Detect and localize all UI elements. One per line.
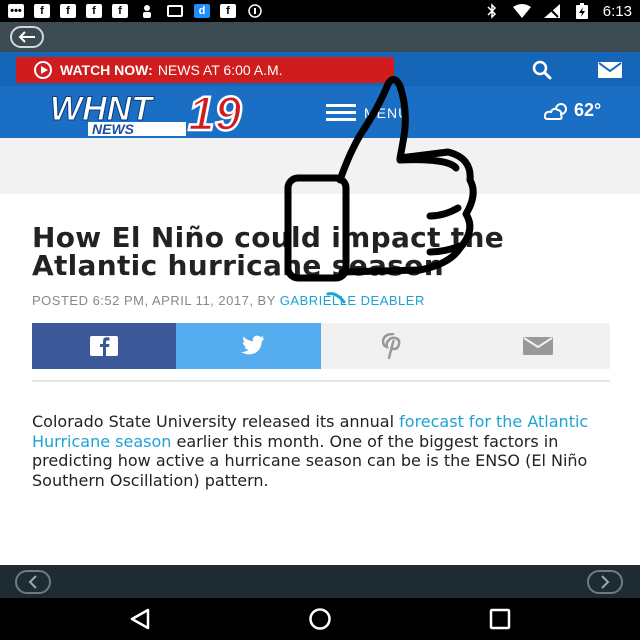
article-body: Colorado State University released its a…	[32, 412, 612, 490]
scribble-mark	[326, 292, 346, 304]
back-triangle-icon[interactable]	[128, 608, 152, 630]
chevron-right-icon	[601, 575, 610, 589]
share-pinterest-button[interactable]	[321, 323, 465, 369]
article-title: How El Niño could impact the Atlantic hu…	[32, 221, 505, 282]
dailymotion-icon: d	[194, 4, 210, 18]
watch-now-button[interactable]: WATCH NOW: NEWS AT 6:00 A.M.	[16, 57, 394, 83]
browser-bottom-bar	[0, 565, 640, 598]
arrow-left-icon	[18, 31, 35, 43]
mail-icon[interactable]	[598, 62, 622, 78]
previous-page-button[interactable]	[15, 570, 51, 594]
share-facebook-button[interactable]	[32, 323, 176, 369]
recents-square-icon[interactable]	[488, 608, 512, 630]
home-circle-icon[interactable]	[306, 608, 334, 630]
facebook-icon: f	[60, 4, 76, 18]
ad-space	[0, 138, 640, 194]
mail-icon	[522, 337, 553, 355]
circle-icon	[246, 4, 264, 18]
screen: ••• f f f f d f 6:13 WATCH NOW: NEWS AT …	[0, 0, 640, 640]
logo-sub: NEWS	[92, 121, 135, 137]
share-email-button[interactable]	[465, 323, 610, 369]
facebook-icon: f	[34, 4, 50, 18]
share-bar	[32, 323, 610, 369]
screen-icon	[166, 4, 184, 18]
author-link[interactable]: GABRIELLE DEABLER	[280, 293, 425, 308]
hamburger-icon	[326, 100, 356, 125]
facebook-icon	[90, 336, 118, 356]
share-twitter-button[interactable]	[176, 323, 321, 369]
play-icon	[34, 61, 52, 79]
wifi-icon	[512, 4, 531, 18]
back-button[interactable]	[10, 26, 44, 48]
twitter-icon	[240, 335, 264, 355]
logo-number: 19	[188, 90, 242, 138]
pinterest-icon	[381, 333, 401, 359]
temperature: 62°	[574, 100, 602, 120]
site-header: WATCH NOW: NEWS AT 6:00 A.M. WHNT 19 NEW…	[0, 52, 640, 143]
partly-cloudy-icon	[544, 102, 567, 120]
facebook-icon: f	[220, 4, 236, 18]
body-text-start: Colorado State University released its a…	[32, 412, 400, 431]
status-bar: ••• f f f f d f 6:13	[0, 0, 640, 22]
facebook-icon: f	[112, 4, 128, 18]
message-icon: •••	[8, 4, 24, 18]
menu-label: MENU	[364, 104, 410, 121]
search-icon[interactable]	[532, 60, 552, 80]
android-nav-bar	[0, 598, 640, 640]
menu-button[interactable]: MENU	[326, 100, 409, 125]
browser-toolbar	[0, 22, 640, 52]
notification-icons: ••• f f f f d f	[8, 4, 264, 18]
article-byline: POSTED 6:52 PM, APRIL 11, 2017, BY GABRI…	[32, 293, 425, 308]
divider	[32, 380, 610, 382]
watch-now-text: NEWS AT 6:00 A.M.	[157, 62, 283, 78]
facebook-icon: f	[86, 4, 102, 18]
clock: 6:13	[602, 2, 632, 20]
battery-icon	[573, 3, 591, 19]
watch-now-label: WATCH NOW:	[60, 62, 153, 78]
bluetooth-icon	[483, 3, 501, 19]
whnt-logo[interactable]: WHNT 19 NEWS	[48, 87, 278, 143]
signal-icon	[543, 4, 561, 18]
next-page-button[interactable]	[587, 570, 623, 594]
posted-date: POSTED 6:52 PM, APRIL 11, 2017, BY	[32, 293, 276, 308]
person-icon	[138, 4, 156, 18]
system-icons: 6:13	[483, 3, 632, 20]
chevron-left-icon	[28, 575, 37, 589]
weather-widget[interactable]: 62°	[544, 100, 601, 121]
